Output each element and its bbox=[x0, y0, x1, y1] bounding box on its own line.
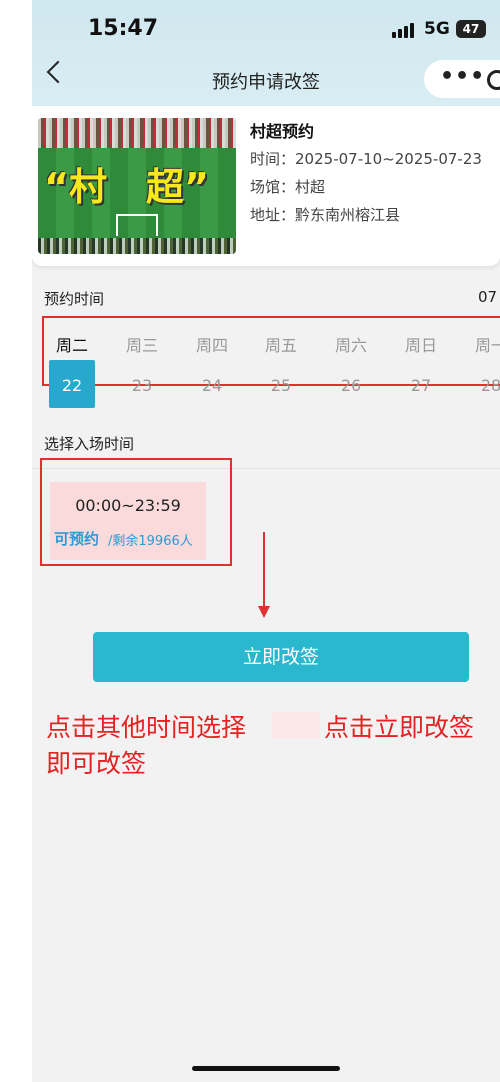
weekday-1[interactable]: 周三 bbox=[117, 332, 167, 356]
slot-remaining: /剩余19966人 bbox=[108, 534, 193, 549]
image-caption-right: 超” bbox=[146, 165, 209, 209]
weekday-5[interactable]: 周日 bbox=[396, 332, 446, 356]
weekday-3[interactable]: 周五 bbox=[256, 332, 306, 356]
event-title: 村超预约 bbox=[250, 122, 315, 141]
date-0[interactable]: 22 bbox=[47, 376, 97, 395]
month-label: 07 bbox=[478, 288, 498, 306]
annotation-arrow bbox=[263, 532, 265, 608]
event-time: 时间：2025-07-10~2025-07-23 bbox=[250, 148, 482, 169]
annotation-mask bbox=[272, 712, 320, 738]
event-venue: 场馆：村超 bbox=[250, 176, 325, 197]
date-2[interactable]: 24 bbox=[187, 376, 237, 395]
battery-icon: 47 bbox=[456, 20, 486, 38]
annotation-line2: 即可改签 bbox=[46, 749, 147, 778]
venue-label: 场馆： bbox=[250, 178, 296, 196]
venue-value: 村超 bbox=[295, 178, 326, 196]
weekday-2[interactable]: 周四 bbox=[187, 332, 237, 356]
close-target-icon[interactable] bbox=[487, 70, 500, 90]
home-indicator bbox=[192, 1066, 340, 1071]
header: 15:47 5G 47 预约申请改签 ••• bbox=[32, 0, 500, 106]
event-card: “村 超” 村超预约 时间：2025-07-10~2025-07-23 场馆：村… bbox=[32, 106, 500, 266]
submit-change-button[interactable]: 立即改签 bbox=[93, 632, 469, 682]
date-5[interactable]: 27 bbox=[396, 376, 446, 395]
entry-time-label: 选择入场时间 bbox=[44, 435, 135, 453]
crowd-top bbox=[38, 118, 236, 148]
signal-icon bbox=[392, 22, 414, 38]
goal-post bbox=[116, 214, 158, 236]
crowd-bottom bbox=[38, 238, 236, 254]
weekday-0[interactable]: 周二 bbox=[47, 332, 97, 356]
date-4[interactable]: 26 bbox=[326, 376, 376, 395]
address-label: 地址： bbox=[250, 206, 296, 224]
event-address: 地址：黔东南州榕江县 bbox=[250, 204, 400, 225]
annotation-line1-b: 点击立即改签 bbox=[324, 713, 475, 742]
weekday-4[interactable]: 周六 bbox=[326, 332, 376, 356]
date-6[interactable]: 28 bbox=[466, 376, 500, 395]
date-3[interactable]: 25 bbox=[256, 376, 306, 395]
weekday-6[interactable]: 周一 bbox=[466, 332, 500, 356]
more-icon[interactable]: ••• bbox=[440, 64, 485, 89]
image-caption-left: “村 bbox=[44, 165, 107, 209]
slot-time: 00:00~23:59 bbox=[75, 496, 181, 515]
time-value: 2025-07-10~2025-07-23 bbox=[295, 150, 482, 168]
booking-time-label: 预约时间 bbox=[44, 290, 105, 308]
annotation-line1-a: 点击其他时间选择 bbox=[46, 713, 247, 742]
arrow-head-icon bbox=[258, 606, 270, 618]
app-page: 15:47 5G 47 预约申请改签 ••• “村 超” 村超预约 时间：202… bbox=[32, 0, 500, 1082]
address-value: 黔东南州榕江县 bbox=[295, 206, 401, 224]
event-image: “村 超” bbox=[38, 118, 236, 254]
slot-status: 可预约 bbox=[54, 530, 100, 548]
status-time: 15:47 bbox=[88, 16, 159, 41]
time-label: 时间： bbox=[250, 150, 296, 168]
date-1[interactable]: 23 bbox=[117, 376, 167, 395]
network-label: 5G bbox=[424, 19, 450, 39]
